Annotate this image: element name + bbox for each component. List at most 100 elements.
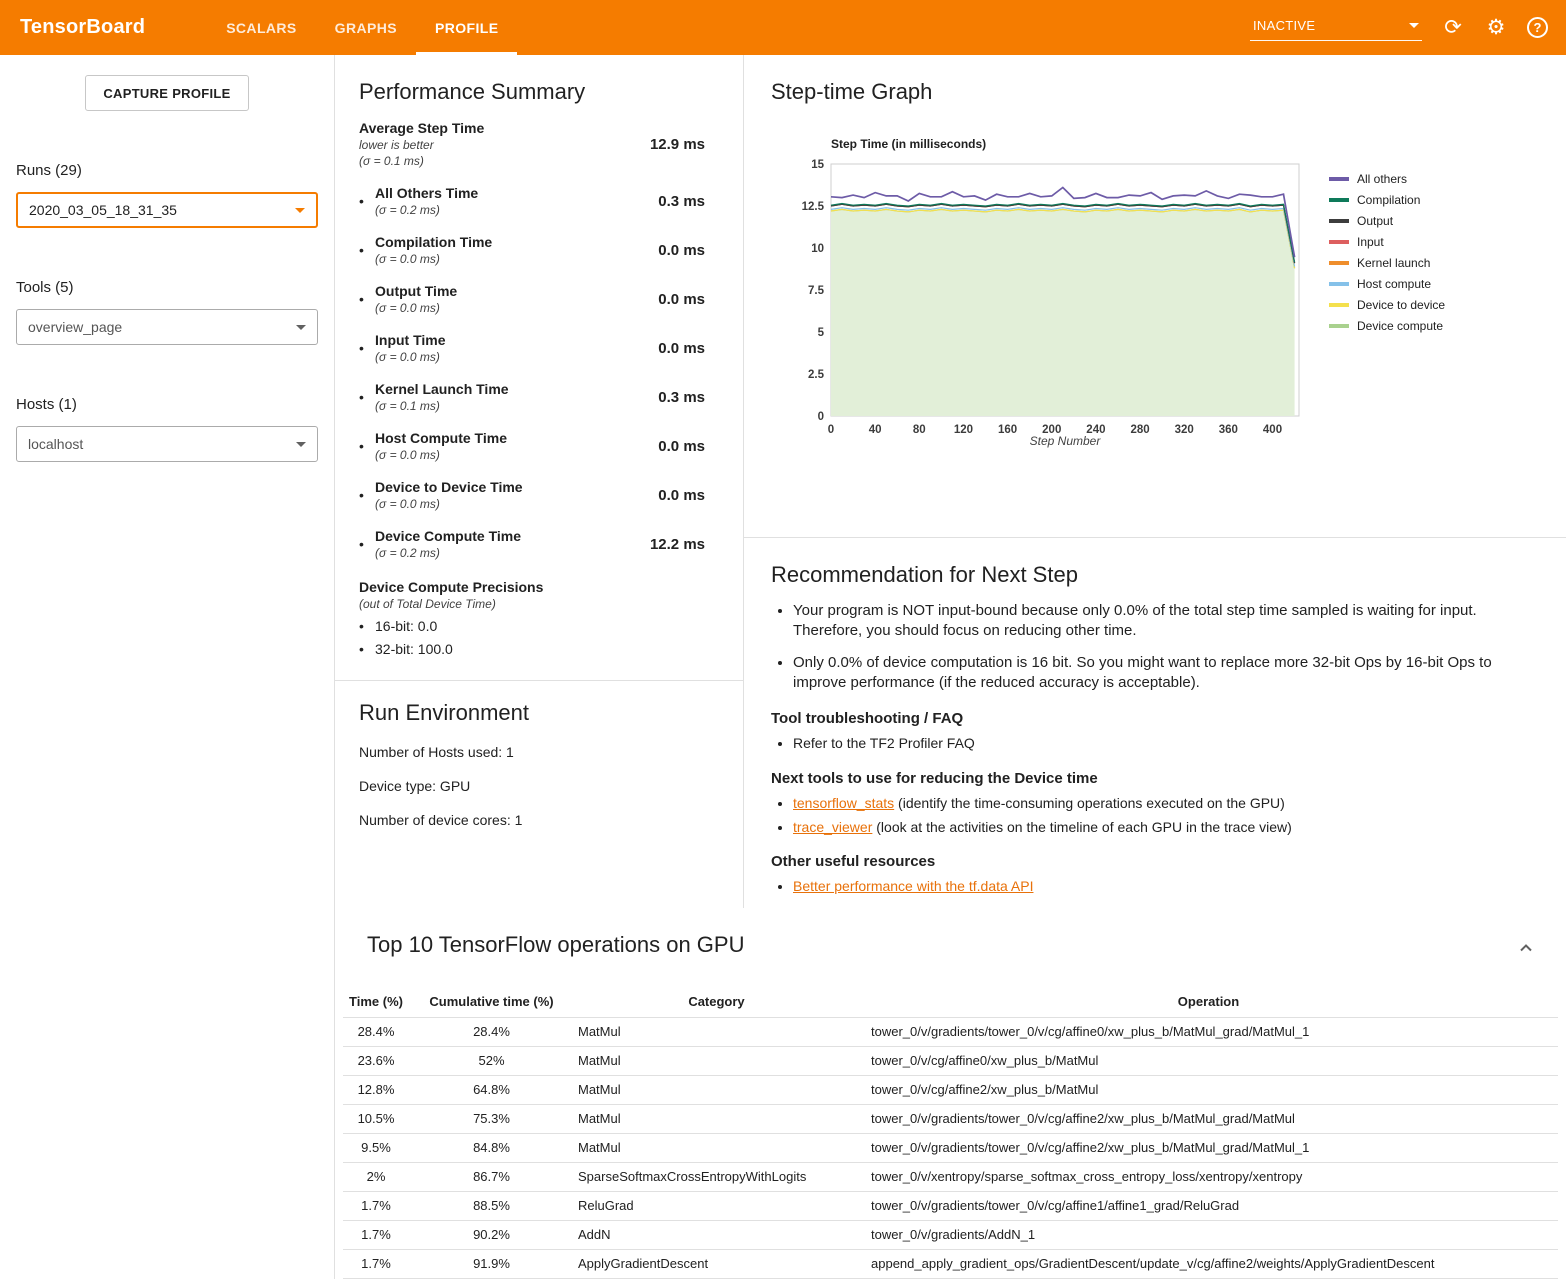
table-cell: append_apply_gradient_ops/GradientDescen… <box>859 1249 1558 1278</box>
metric-note: lower is better <box>359 138 484 152</box>
top-ops-table: Time (%)Cumulative time (%)CategoryOpera… <box>343 987 1558 1279</box>
recommendation-item: Only 0.0% of device computation is 16 bi… <box>793 653 1520 693</box>
metric-value: 0.0 ms <box>658 242 719 259</box>
perf-summary-item: •Kernel Launch Time(σ = 0.1 ms)0.3 ms <box>359 381 719 413</box>
runs-dropdown[interactable]: 2020_03_05_18_31_35 <box>16 192 318 228</box>
table-cell: 28.4% <box>409 1017 574 1046</box>
perf-summary-item: •All Others Time(σ = 0.2 ms)0.3 ms <box>359 185 719 217</box>
table-cell: MatMul <box>574 1046 859 1075</box>
metric-name: Device Compute Time <box>375 528 650 544</box>
svg-text:5: 5 <box>818 327 825 339</box>
tool-link[interactable]: tensorflow_stats <box>793 795 894 811</box>
table-cell: 23.6% <box>343 1046 409 1075</box>
precision-item: •16-bit: 0.0 <box>359 618 719 634</box>
tab-profile[interactable]: PROFILE <box>416 0 517 55</box>
table-cell: tower_0/v/gradients/tower_0/v/cg/affine1… <box>859 1191 1558 1220</box>
chevron-down-icon <box>296 442 306 447</box>
legend-label: Compilation <box>1357 193 1420 207</box>
table-cell: MatMul <box>574 1133 859 1162</box>
gear-icon[interactable]: ⚙ <box>1484 16 1508 40</box>
tab-scalars[interactable]: SCALARS <box>207 0 315 55</box>
table-cell: 1.7% <box>343 1191 409 1220</box>
status-dropdown[interactable]: INACTIVE <box>1250 14 1422 41</box>
legend-item: Input <box>1329 235 1445 249</box>
device-compute-precisions: Device Compute Precisions (out of Total … <box>359 579 719 657</box>
step-time-graph-title: Step-time Graph <box>771 79 1539 105</box>
chevron-up-icon[interactable] <box>1514 936 1538 965</box>
legend-item: Compilation <box>1329 193 1445 207</box>
metric-value: 0.3 ms <box>658 193 719 210</box>
metric-name: Device to Device Time <box>375 479 658 495</box>
legend-item: All others <box>1329 172 1445 186</box>
topbar: TensorBoard SCALARSGRAPHSPROFILE INACTIV… <box>0 0 1566 55</box>
table-row: 10.5%75.3%MatMultower_0/v/gradients/towe… <box>343 1104 1558 1133</box>
table-row: 1.7%91.9%ApplyGradientDescentappend_appl… <box>343 1249 1558 1278</box>
metric-value: 0.0 ms <box>658 340 719 357</box>
bullet-icon: • <box>359 641 375 657</box>
table-cell: tower_0/v/xentropy/sparse_softmax_cross_… <box>859 1162 1558 1191</box>
resource-link[interactable]: Better performance with the tf.data API <box>793 878 1033 894</box>
svg-text:Step Number: Step Number <box>1030 434 1102 448</box>
metric-name: Output Time <box>375 283 658 299</box>
hosts-label: Hosts (1) <box>16 396 318 413</box>
table-cell: 84.8% <box>409 1133 574 1162</box>
table-cell: tower_0/v/cg/affine0/xw_plus_b/MatMul <box>859 1046 1558 1075</box>
bullet-icon: • <box>359 340 375 356</box>
perf-summary-item: •Device Compute Time(σ = 0.2 ms)12.2 ms <box>359 528 719 560</box>
tab-graphs[interactable]: GRAPHS <box>316 0 416 55</box>
perf-summary-item: •Device to Device Time(σ = 0.0 ms)0.0 ms <box>359 479 719 511</box>
metric-text: Kernel Launch Time(σ = 0.1 ms) <box>375 381 658 413</box>
faq-list: Refer to the TF2 Profiler FAQ <box>771 734 1520 753</box>
right-column: Step-time Graph Step Time (in millisecon… <box>744 55 1566 908</box>
recommendation-bullets: Your program is NOT input-bound because … <box>771 601 1520 693</box>
svg-text:0: 0 <box>828 424 834 436</box>
top-ops-header: Top 10 TensorFlow operations on GPU <box>343 932 1558 965</box>
help-icon[interactable]: ? <box>1527 17 1548 38</box>
table-cell: tower_0/v/gradients/tower_0/v/cg/affine2… <box>859 1104 1558 1133</box>
column-header: Operation <box>859 987 1558 1017</box>
chevron-down-icon <box>296 325 306 330</box>
capture-profile-button[interactable]: CAPTURE PROFILE <box>85 75 249 111</box>
legend-item: Device compute <box>1329 319 1445 333</box>
metric-text: Host Compute Time(σ = 0.0 ms) <box>375 430 658 462</box>
legend-swatch <box>1329 303 1349 307</box>
metric-value: 12.2 ms <box>650 536 719 553</box>
table-cell: 88.5% <box>409 1191 574 1220</box>
metric-text: All Others Time(σ = 0.2 ms) <box>375 185 658 217</box>
column-header: Time (%) <box>343 987 409 1017</box>
main-content: Performance Summary Average Step Time lo… <box>334 55 1566 1279</box>
legend-swatch <box>1329 198 1349 202</box>
metric-name: Input Time <box>375 332 658 348</box>
tools-dropdown[interactable]: overview_page <box>16 309 318 345</box>
table-cell: 75.3% <box>409 1104 574 1133</box>
metric-sigma: (σ = 0.2 ms) <box>375 546 650 560</box>
top-ops-title: Top 10 TensorFlow operations on GPU <box>367 932 1514 958</box>
bullet-icon: • <box>359 438 375 454</box>
table-cell: tower_0/v/cg/affine2/xw_plus_b/MatMul <box>859 1075 1558 1104</box>
table-cell: SparseSoftmaxCrossEntropyWithLogits <box>574 1162 859 1191</box>
legend-item: Device to device <box>1329 298 1445 312</box>
average-step-time-text: Average Step Time lower is better (σ = 0… <box>359 120 484 168</box>
legend-swatch <box>1329 177 1349 181</box>
bullet-icon: • <box>359 618 375 634</box>
hosts-dropdown[interactable]: localhost <box>16 426 318 462</box>
refresh-icon[interactable]: ⟳ <box>1441 16 1465 40</box>
perf-summary-item: •Host Compute Time(σ = 0.0 ms)0.0 ms <box>359 430 719 462</box>
run-environment-title: Run Environment <box>359 700 719 726</box>
table-row: 28.4%28.4%MatMultower_0/v/gradients/towe… <box>343 1017 1558 1046</box>
precisions-title: Device Compute Precisions <box>359 579 719 595</box>
table-row: 12.8%64.8%MatMultower_0/v/cg/affine2/xw_… <box>343 1075 1558 1104</box>
legend-swatch <box>1329 240 1349 244</box>
top-ops-section: Top 10 TensorFlow operations on GPU Time… <box>335 908 1566 1279</box>
recommendation-title: Recommendation for Next Step <box>771 562 1520 588</box>
table-cell: MatMul <box>574 1075 859 1104</box>
table-cell: ApplyGradientDescent <box>574 1249 859 1278</box>
metric-name: Kernel Launch Time <box>375 381 658 397</box>
legend-swatch <box>1329 261 1349 265</box>
tool-link[interactable]: trace_viewer <box>793 819 872 835</box>
metric-value: 0.3 ms <box>658 389 719 406</box>
recommendation-section: Recommendation for Next Step Your progra… <box>744 538 1566 901</box>
svg-text:360: 360 <box>1219 424 1238 436</box>
performance-summary-title: Performance Summary <box>359 79 719 105</box>
table-cell: 1.7% <box>343 1249 409 1278</box>
